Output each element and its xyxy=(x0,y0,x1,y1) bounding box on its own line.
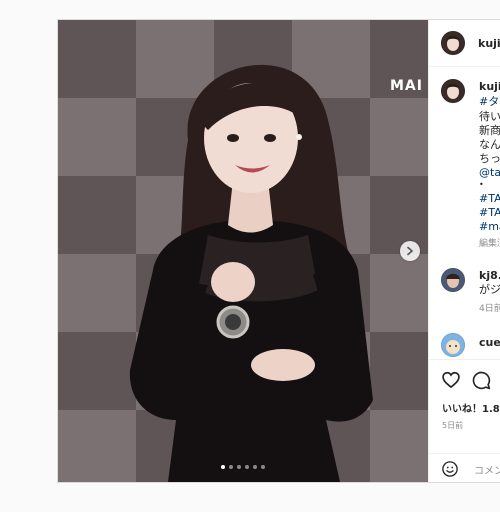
carousel-dot xyxy=(237,465,241,469)
comment-icon[interactable] xyxy=(471,370,491,390)
heart-icon[interactable] xyxy=(441,370,461,390)
caption-hashtag[interactable]: #タク xyxy=(479,95,500,108)
add-comment-bar: コメン xyxy=(429,453,500,482)
header-username[interactable]: kuji_ xyxy=(478,37,500,50)
post-header: kuji_ xyxy=(429,20,500,67)
page-background-strip xyxy=(0,483,500,512)
carousel-indicator xyxy=(221,465,265,469)
post-sidebar: kuji_ kuji_ #タク 待い 新商 なん ちっ @tag • #TAG … xyxy=(428,20,500,482)
post-media[interactable]: MAI xyxy=(58,20,428,482)
caption-text: 待い xyxy=(479,110,500,123)
avatar[interactable] xyxy=(441,79,465,103)
carousel-dot xyxy=(229,465,233,469)
carousel-dot xyxy=(253,465,257,469)
carousel-next-button[interactable] xyxy=(400,241,420,261)
caption-edited-label: 編集済 xyxy=(479,239,500,249)
instagram-post: MAI kuj kuj #タ 待い 新商 なん ちっ @t • #T #T #m… xyxy=(57,19,500,483)
carousel-dot xyxy=(245,465,249,469)
caption-text: 新商 xyxy=(479,124,500,137)
avatar[interactable] xyxy=(441,333,465,357)
emoji-icon[interactable] xyxy=(441,460,459,478)
comment-text: がジ xyxy=(479,283,500,296)
avatar[interactable] xyxy=(441,268,465,292)
caption-text: なん xyxy=(479,138,500,151)
post-actions: いいね！1.8 5日前 xyxy=(429,359,500,454)
caption-hashtag[interactable]: #TAG xyxy=(479,206,500,219)
caption-hashtag[interactable]: #ma xyxy=(479,220,500,233)
comment-username[interactable]: cuen xyxy=(479,336,500,349)
comment-input[interactable]: コメン xyxy=(474,462,500,477)
like-count[interactable]: いいね！1.8 xyxy=(442,400,500,415)
avatar[interactable] xyxy=(441,31,465,55)
comment-timestamp: 4日前 xyxy=(479,304,500,314)
caption-username[interactable]: kuji_ xyxy=(479,80,500,93)
carousel-dot xyxy=(221,465,225,469)
carousel-dot xyxy=(261,465,265,469)
photo-subject xyxy=(129,64,373,482)
chevron-right-icon xyxy=(407,246,414,256)
comment-username[interactable]: kj8.s xyxy=(479,269,500,282)
post-date: 5日前 xyxy=(442,421,464,430)
caption-hashtag[interactable]: #TAG xyxy=(479,192,500,205)
caption-text: ちっ xyxy=(479,152,500,165)
caption-bullet: • xyxy=(479,180,484,189)
